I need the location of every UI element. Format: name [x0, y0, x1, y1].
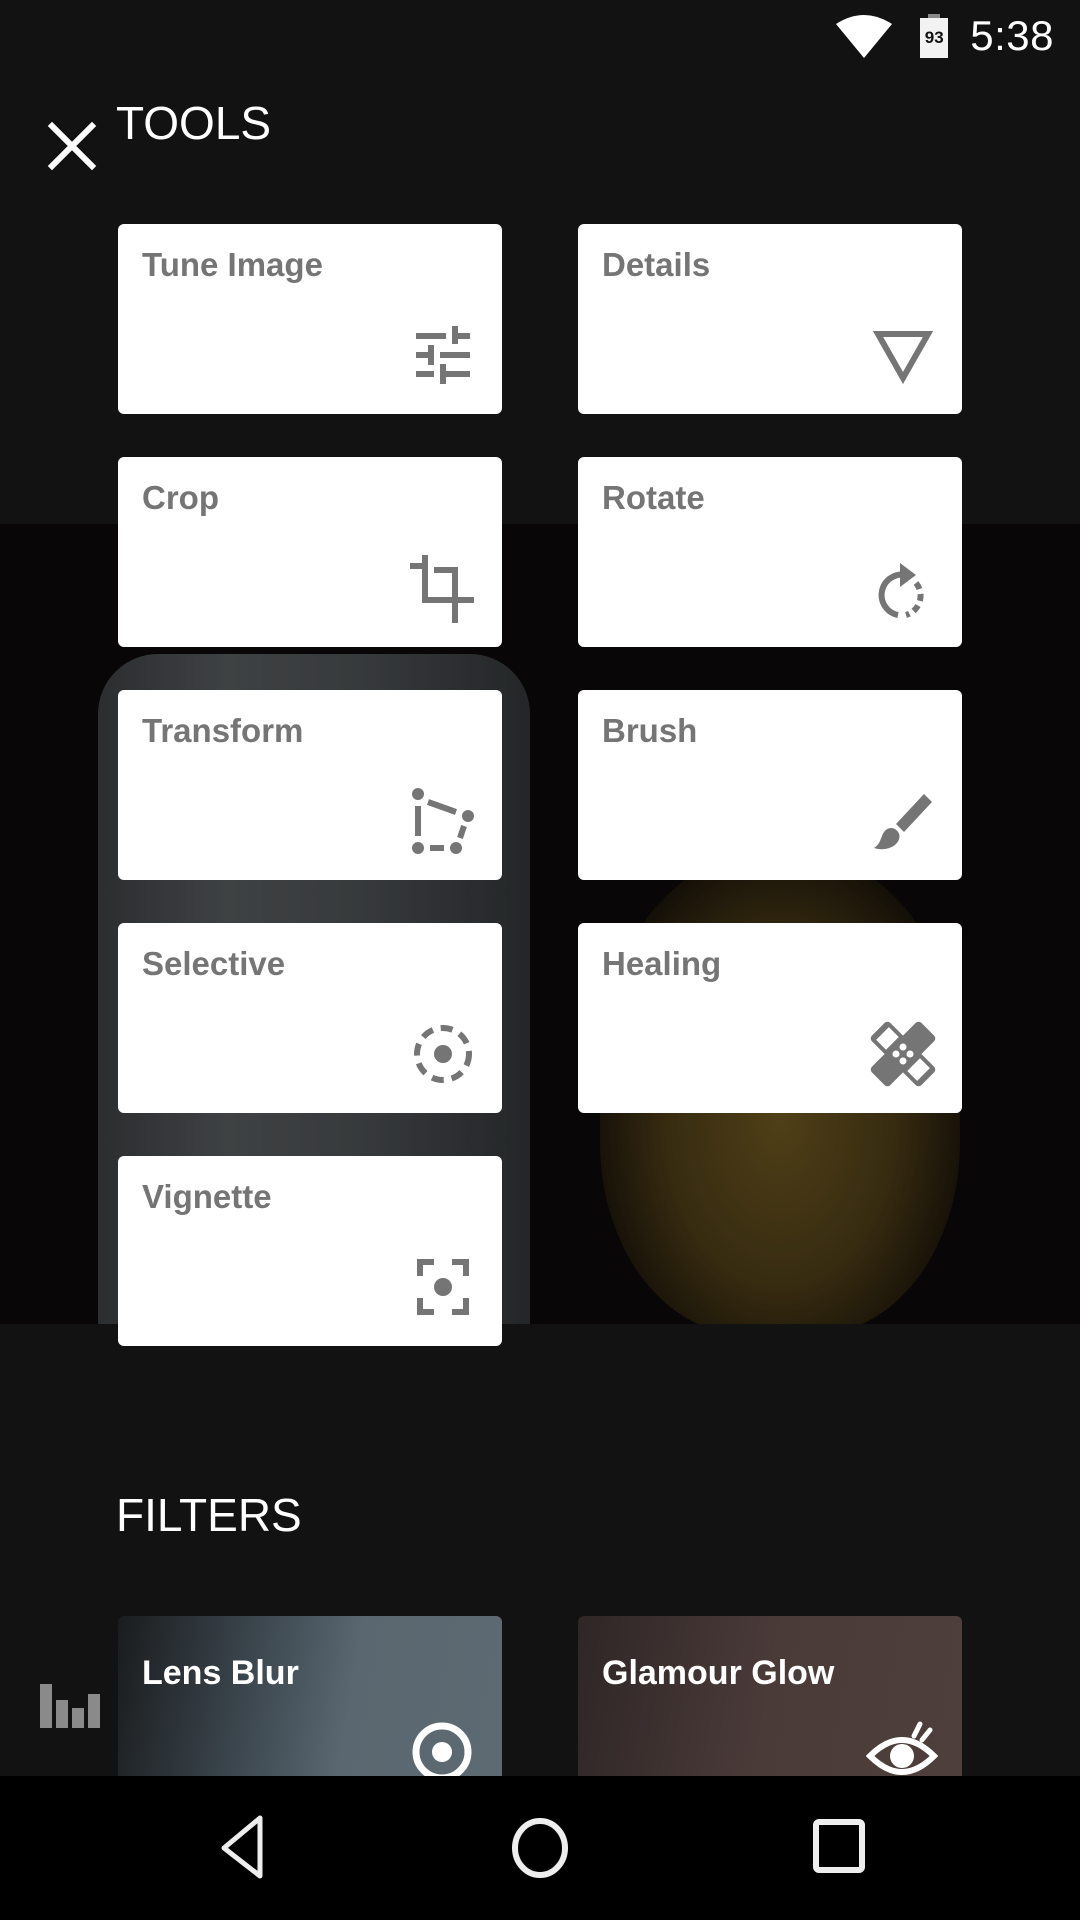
- filter-lens-blur[interactable]: Lens Blur: [118, 1616, 502, 1776]
- tool-label: Selective: [142, 945, 286, 982]
- tool-details[interactable]: Details: [578, 224, 962, 414]
- selective-target-icon: [414, 1025, 472, 1083]
- brush-icon: [874, 794, 932, 850]
- wifi-icon: [836, 15, 893, 58]
- bandage-icon: [870, 1021, 936, 1087]
- tool-label: Brush: [602, 712, 698, 749]
- tool-brush[interactable]: Brush: [578, 690, 962, 880]
- close-icon[interactable]: [44, 118, 100, 174]
- tool-vignette[interactable]: Vignette: [118, 1156, 502, 1346]
- tool-label: Vignette: [142, 1178, 272, 1215]
- filter-label: Glamour Glow: [602, 1654, 835, 1692]
- tool-selective[interactable]: Selective: [118, 923, 502, 1113]
- filters-title: FILTERS: [116, 1489, 302, 1541]
- triangle-down-icon: [872, 331, 934, 385]
- tools-title: TOOLS: [116, 97, 272, 149]
- tool-label: Crop: [142, 479, 219, 516]
- tool-rotate[interactable]: Rotate: [578, 457, 962, 647]
- filter-glamour-glow[interactable]: Glamour Glow: [578, 1616, 962, 1776]
- home-icon[interactable]: [504, 1812, 576, 1884]
- battery-level: 93: [920, 18, 949, 58]
- tool-label: Rotate: [602, 479, 705, 516]
- tool-label: Transform: [142, 712, 304, 749]
- filter-label: Lens Blur: [142, 1654, 299, 1692]
- crop-icon: [410, 555, 474, 623]
- perspective-icon: [412, 788, 474, 854]
- tool-label: Tune Image: [142, 246, 323, 283]
- tool-label: Details: [602, 246, 711, 283]
- battery-icon: 93: [920, 14, 949, 58]
- navigation-bar: [0, 1776, 1080, 1920]
- eye-icon: [866, 1721, 938, 1775]
- histogram-icon[interactable]: [36, 1680, 106, 1730]
- tool-crop[interactable]: Crop: [118, 457, 502, 647]
- clock: 5:38: [970, 12, 1054, 59]
- vignette-focus-icon: [417, 1259, 469, 1315]
- status-bar: 93 5:38: [0, 0, 1080, 72]
- tool-healing[interactable]: Healing: [578, 923, 962, 1113]
- back-icon[interactable]: [206, 1812, 278, 1884]
- tool-tune-image[interactable]: Tune Image: [118, 224, 502, 414]
- rotate-icon: [878, 563, 924, 618]
- tool-transform[interactable]: Transform: [118, 690, 502, 880]
- sliders-icon: [416, 326, 470, 384]
- lens-blur-icon: [412, 1722, 472, 1776]
- recents-icon[interactable]: [804, 1812, 876, 1884]
- tool-label: Healing: [602, 945, 722, 982]
